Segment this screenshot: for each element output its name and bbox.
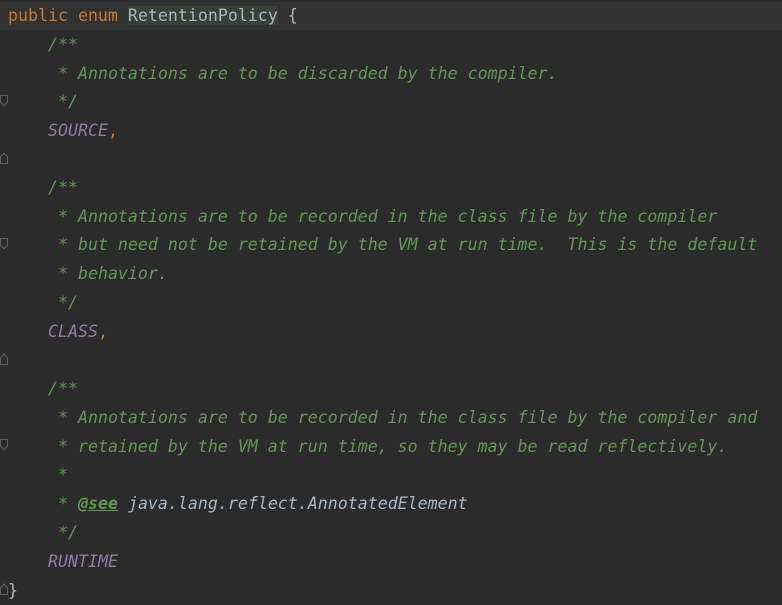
doc-see-line: * @see java.lang.reflect.AnnotatedElemen…: [48, 490, 468, 518]
code-line[interactable]: * Annotations are to be discarded by the…: [0, 60, 782, 88]
code-editor[interactable]: public enum RetentionPolicy { /** * Anno…: [0, 0, 782, 605]
close-brace: }: [8, 581, 18, 600]
code-line[interactable]: RUNTIME: [0, 548, 782, 576]
class-name[interactable]: RetentionPolicy: [127, 6, 278, 25]
code-line[interactable]: SOURCE,: [0, 117, 782, 145]
enum-constant-line: SOURCE,: [48, 117, 118, 145]
code-line[interactable]: * retained by the VM at run time, so the…: [0, 433, 782, 461]
comma: ,: [97, 322, 108, 341]
code-line[interactable]: */: [0, 88, 782, 164]
doc-comment-text: * but need not be retained by the VM at …: [48, 235, 758, 254]
doc-comment-open: /**: [48, 35, 78, 54]
code-line[interactable]: /**: [0, 174, 782, 250]
fold-open-icon[interactable]: [0, 383, 8, 451]
code-line[interactable]: public enum RetentionPolicy {: [0, 2, 782, 30]
code-line[interactable]: */: [0, 519, 782, 595]
open-brace: {: [287, 6, 298, 25]
keyword-public: public: [8, 6, 68, 25]
code-line[interactable]: * but need not be retained by the VM at …: [0, 231, 782, 259]
code-line[interactable]: */: [0, 289, 782, 365]
fold-close-icon[interactable]: [0, 297, 8, 365]
see-tag[interactable]: @see: [78, 494, 118, 513]
doc-comment-close: */: [48, 523, 78, 542]
doc-comment-text: * Annotations are to be recorded in the …: [48, 207, 718, 226]
doc-comment-text: * behavior.: [48, 264, 168, 283]
doc-comment-close: */: [48, 92, 78, 111]
doc-comment-close: */: [48, 293, 78, 312]
code-line[interactable]: * behavior.: [0, 260, 782, 288]
doc-comment-text: * Annotations are to be discarded by the…: [48, 64, 558, 83]
enum-constant-source[interactable]: SOURCE: [48, 121, 108, 140]
fold-open-icon[interactable]: [0, 182, 8, 250]
code-line[interactable]: /**: [0, 31, 782, 107]
fold-close-icon[interactable]: [0, 96, 8, 164]
fold-close-icon[interactable]: [0, 527, 8, 595]
code-line[interactable]: /**: [0, 375, 782, 451]
code-line[interactable]: * Annotations are to be recorded in the …: [0, 404, 782, 432]
fold-open-icon[interactable]: [0, 39, 8, 107]
code-line[interactable]: CLASS,: [0, 318, 782, 346]
enum-constant-runtime[interactable]: RUNTIME: [48, 548, 118, 576]
keyword-enum: enum: [77, 6, 118, 25]
code-line[interactable]: }: [0, 577, 782, 605]
doc-comment-text: * retained by the VM at run time, so the…: [48, 437, 728, 456]
enum-constant-class[interactable]: CLASS: [48, 322, 98, 341]
code-line[interactable]: * @see java.lang.reflect.AnnotatedElemen…: [0, 490, 782, 518]
doc-comment-text: *: [48, 465, 68, 484]
comma: ,: [107, 121, 118, 140]
doc-comment-prefix: *: [48, 494, 78, 513]
enum-constant-line: CLASS,: [48, 318, 108, 346]
enum-declaration: public enum RetentionPolicy {: [8, 2, 298, 30]
code-line[interactable]: *: [0, 461, 782, 489]
doc-comment-open: /**: [48, 379, 78, 398]
doc-comment-text: * Annotations are to be recorded in the …: [48, 408, 758, 427]
doc-comment-open: /**: [48, 178, 78, 197]
code-line[interactable]: * Annotations are to be recorded in the …: [0, 203, 782, 231]
see-reference[interactable]: java.lang.reflect.AnnotatedElement: [128, 494, 468, 513]
